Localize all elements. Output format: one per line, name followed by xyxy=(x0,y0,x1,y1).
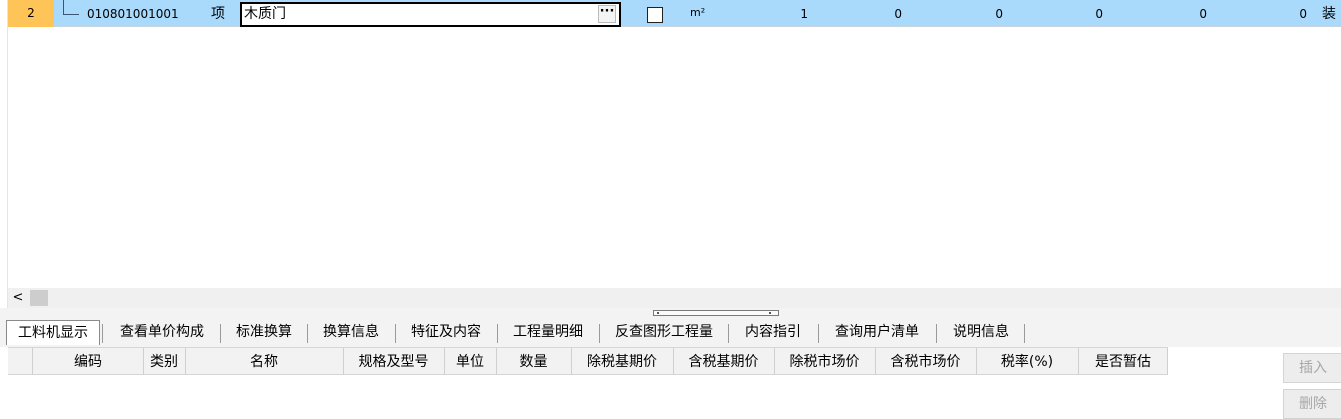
name-input[interactable]: 木质门 xyxy=(244,3,286,25)
row-value[interactable]: 0 xyxy=(943,0,1003,27)
tab-description[interactable]: 说明信息 xyxy=(942,320,1020,344)
tab-divider xyxy=(307,324,308,343)
col-header-market-price-inc-tax[interactable]: 含税市场价 xyxy=(875,348,976,375)
tab-divider xyxy=(395,324,396,343)
tab-divider xyxy=(599,324,600,343)
tab-divider xyxy=(497,324,498,343)
col-header-unit[interactable]: 单位 xyxy=(444,348,496,375)
tab-unit-price-composition[interactable]: 查看单价构成 xyxy=(110,320,214,344)
tab-conversion-info[interactable]: 换算信息 xyxy=(313,320,389,344)
tab-divider xyxy=(102,324,103,343)
tab-features-content[interactable]: 特征及内容 xyxy=(401,320,491,344)
grid-row-selected[interactable] xyxy=(8,0,1341,27)
tab-divider xyxy=(818,324,819,343)
row-unit[interactable]: m² xyxy=(690,0,705,27)
grip-dot xyxy=(769,312,771,314)
horizontal-scrollbar[interactable] xyxy=(8,288,1341,308)
col-header-spec[interactable]: 规格及型号 xyxy=(343,348,444,375)
tab-graphic-quantity[interactable]: 反查图形工程量 xyxy=(605,320,723,344)
ellipsis-button[interactable]: ··· xyxy=(598,5,616,23)
tab-content-guide[interactable]: 内容指引 xyxy=(734,320,812,344)
col-header-base-price-ex-tax[interactable]: 除税基期价 xyxy=(571,348,673,375)
tab-divider xyxy=(1024,324,1025,343)
row-value[interactable]: 0 xyxy=(1247,0,1307,27)
col-header-quantity[interactable]: 数量 xyxy=(496,348,571,375)
row-type[interactable]: 项 xyxy=(211,0,225,27)
tab-labor-material-machine[interactable]: 工料机显示 xyxy=(6,320,100,345)
row-value[interactable]: 0 xyxy=(842,0,902,27)
row-trailing-text[interactable]: 装 xyxy=(1322,0,1336,27)
row-number[interactable]: 2 xyxy=(8,0,54,27)
tab-divider xyxy=(936,324,937,343)
col-header-market-price-ex-tax[interactable]: 除税市场价 xyxy=(774,348,875,375)
col-header-category[interactable]: 类别 xyxy=(143,348,185,375)
insert-button[interactable]: 插入 xyxy=(1283,353,1341,383)
grip-dot xyxy=(657,312,659,314)
row-quantity[interactable]: 1 xyxy=(748,0,808,27)
row-code[interactable]: 010801001001 xyxy=(87,0,179,27)
tab-quantity-detail[interactable]: 工程量明细 xyxy=(503,320,593,344)
tree-line xyxy=(63,14,79,15)
row-value[interactable]: 0 xyxy=(1043,0,1103,27)
col-header-provisional[interactable]: 是否暂估 xyxy=(1078,348,1168,375)
scroll-left-icon[interactable]: < xyxy=(8,288,28,308)
col-header-code[interactable]: 编码 xyxy=(33,348,143,375)
tab-divider xyxy=(220,324,221,343)
row-checkbox[interactable] xyxy=(647,7,663,23)
tab-divider xyxy=(728,324,729,343)
col-header-tax-rate[interactable]: 税率(%) xyxy=(976,348,1078,375)
tab-standard-conversion[interactable]: 标准换算 xyxy=(226,320,302,344)
col-header-name[interactable]: 名称 xyxy=(185,348,343,375)
row-value[interactable]: 0 xyxy=(1147,0,1207,27)
scroll-thumb[interactable] xyxy=(30,290,48,306)
col-divider xyxy=(32,348,33,375)
tab-user-list-query[interactable]: 查询用户清单 xyxy=(824,320,930,344)
col-header-base-price-inc-tax[interactable]: 含税基期价 xyxy=(673,348,774,375)
col-divider xyxy=(1167,348,1168,375)
tree-line xyxy=(63,0,64,14)
name-edit-cell[interactable] xyxy=(240,2,621,27)
delete-button[interactable]: 删除 xyxy=(1283,389,1341,419)
